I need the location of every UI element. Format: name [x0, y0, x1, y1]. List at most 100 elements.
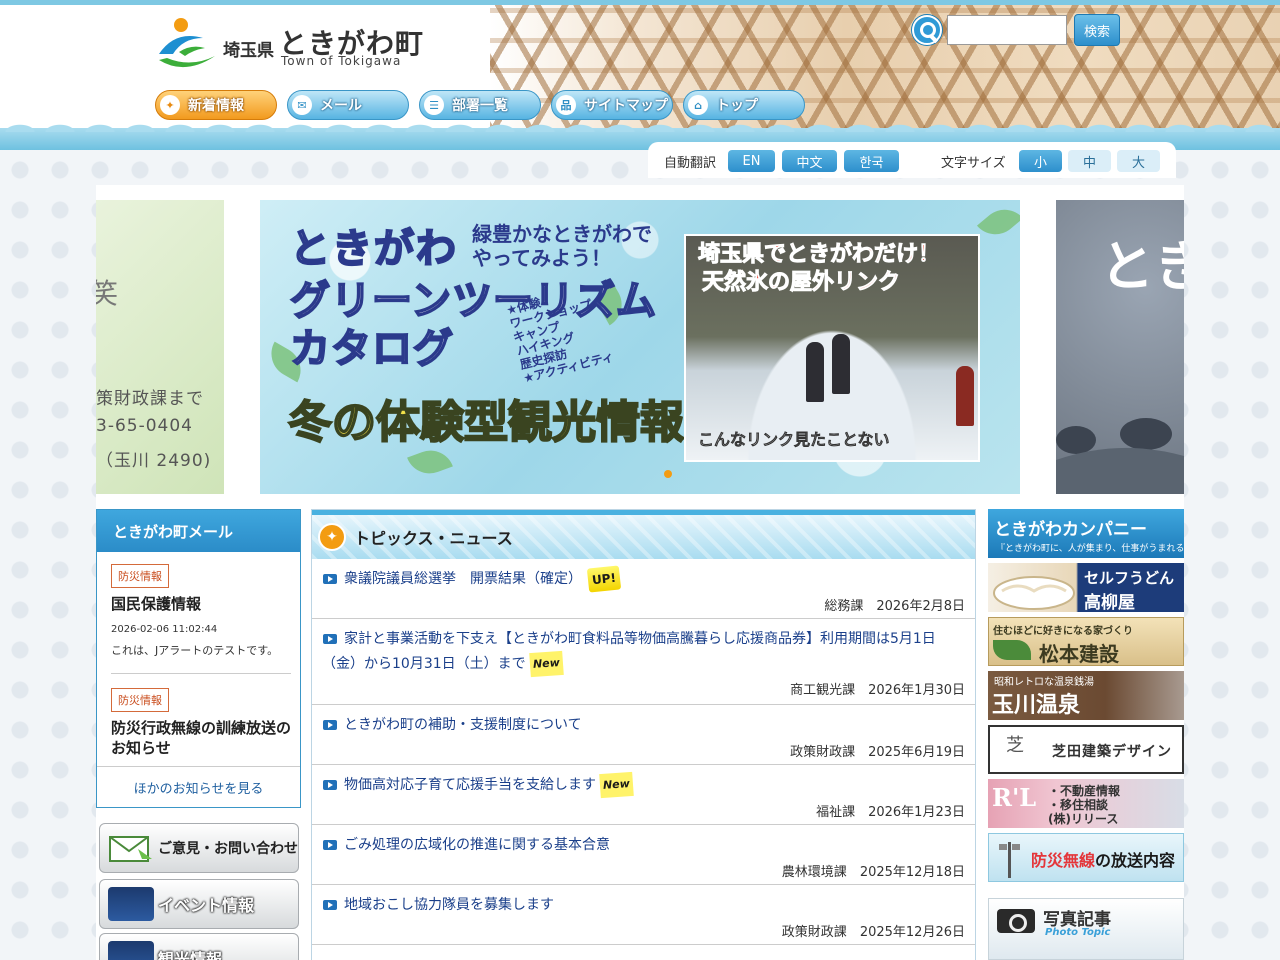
mail-item[interactable]: 防災情報 防災行政無線の訓練放送のお知らせ	[111, 688, 291, 764]
envelope-icon	[109, 836, 152, 862]
banner-matsumoto-kensetsu[interactable]: 住むほどに好きになる家づくり 松本建設	[988, 617, 1184, 666]
disaster-badge: 防災情報	[111, 688, 169, 712]
search-button[interactable]: 検索	[1074, 14, 1120, 46]
search-icon[interactable]	[912, 15, 942, 45]
skater-figure	[832, 334, 850, 394]
banner-tamagawa-onsen[interactable]: 昭和レトロな温泉銭湯 玉川温泉	[988, 671, 1184, 720]
news-date: 2025年12月18日	[859, 865, 965, 880]
carousel-next-slide[interactable]: とき	[1056, 200, 1184, 494]
banner-udon[interactable]: セルフうどん 高柳屋	[988, 563, 1184, 612]
banner-bousai-musen[interactable]: 防災無線の放送内容	[988, 833, 1184, 882]
site-header: 埼玉県 ときがわ町 Town of Tokigawa 検索 ✦ 新着情報 ✉ メ…	[0, 0, 1280, 150]
release-banner-line-3: (株)リリース	[1048, 812, 1119, 826]
tourism-info-button[interactable]: 観光情報	[99, 933, 299, 960]
nav-news-label: 新着情報	[188, 98, 244, 114]
news-link[interactable]: ごみ処理の広域化の推進に関する基本合意	[344, 833, 610, 857]
new-badge: New	[599, 771, 634, 799]
carousel-indicator-dot[interactable]	[664, 470, 672, 478]
sitemap-icon: 品	[556, 95, 576, 115]
new-badge: New	[528, 650, 564, 678]
nav-top[interactable]: ⌂ トップ	[683, 90, 805, 120]
up-badge: UP!	[586, 565, 622, 593]
town-mail-panel: ときがわ町メール 防災情報 国民保護情報 2026-02-06 11:02:44…	[96, 509, 301, 808]
banner-photo-topic[interactable]: 写真記事 Photo Topic	[988, 898, 1184, 960]
prev-slide-line-2: 3-65-0404	[96, 416, 193, 436]
news-title: 物価高対応子育て応援手当を支給します	[344, 777, 596, 793]
carousel-prev-slide[interactable]: 笑 策財政課まで 3-65-0404 （玉川 2490)	[96, 200, 224, 494]
release-logo-icon: R'L	[992, 783, 1037, 812]
nav-mail[interactable]: ✉ メール	[287, 90, 409, 120]
fontsize-large-button[interactable]: 大	[1117, 150, 1160, 172]
mail-item[interactable]: 防災情報 国民保護情報 2026-02-06 11:02:44 これは、Jアラー…	[111, 564, 291, 674]
matsumoto-banner-tagline: 住むほどに好きになる家づくり	[993, 626, 1133, 637]
site-logo[interactable]: 埼玉県 ときがわ町 Town of Tokigawa	[155, 16, 435, 76]
shibata-banner-name: 芝田建築デザイン	[1052, 744, 1172, 760]
lang-ko-button[interactable]: 한국	[844, 150, 899, 172]
arrow-bullet-icon	[323, 574, 337, 584]
news-item: 衆議院議員総選挙 開票結果（確定） UP! 総務課 2026年2月8日	[312, 559, 975, 619]
news-link-continued[interactable]: （金）から10月31日（土）まで New	[322, 650, 564, 678]
photo-headline-2: 天然氷の屋外リンク	[701, 270, 901, 296]
skater-figure	[956, 366, 974, 426]
news-dept: 福祉課	[816, 805, 856, 820]
news-meta: 政策財政課 2025年6月19日	[790, 741, 965, 760]
mail-item-body: これは、Jアラートのテストです。	[111, 644, 279, 657]
news-link[interactable]: 地域おこし協力隊員を募集します	[344, 893, 554, 917]
news-title-line-2: （金）から10月31日（土）まで	[322, 656, 526, 672]
news-link[interactable]: 物価高対応子育て応援手当を支給します New	[344, 771, 634, 799]
nav-news[interactable]: ✦ 新着情報	[155, 90, 277, 120]
news-dept: 政策財政課	[790, 745, 856, 760]
company-banner-subtitle: 『ときがわ町に、人が集まり、仕事がうまれる』	[996, 544, 1184, 554]
banner-release[interactable]: R'L ・不動産情報 ・移住相談 (株)リリース	[988, 779, 1184, 828]
news-date: 2025年6月19日	[868, 745, 965, 760]
bousai-banner-text: 防災無線の放送内容	[1031, 847, 1175, 871]
tourism-info-button-label: 観光情報	[158, 950, 223, 960]
arrow-bullet-icon	[323, 634, 337, 644]
carousel-main-slide[interactable]: ときがわ グリーンツーリズム カタログ 緑豊かなときがわで やってみよう！ ★体…	[260, 200, 1020, 494]
star-icon: ✦	[160, 95, 180, 115]
topics-news-panel: ✦ トピックス・ニュース 衆議院議員総選挙 開票結果（確定） UP! 総務課 20…	[311, 509, 976, 960]
news-date: 2026年1月23日	[868, 805, 965, 820]
udon-banner-line-1: セルフうどん	[1084, 569, 1175, 587]
next-slide-text: とき	[1100, 235, 1184, 298]
town-mail-list[interactable]: 防災情報 国民保護情報 2026-02-06 11:02:44 これは、Jアラー…	[111, 564, 291, 764]
news-item: 物価高対応子育て応援手当を支給します New 福祉課 2026年1月23日	[312, 765, 975, 825]
news-dept: 商工観光課	[790, 683, 856, 698]
banner-tokigawa-company[interactable]: ときがわカンパニー 『ときがわ町に、人が集まり、仕事がうまれる』	[988, 509, 1184, 558]
contact-button[interactable]: ご意見・お問い合わせ	[99, 823, 299, 873]
mail-item-title: 国民保護情報	[111, 595, 202, 613]
lang-en-button[interactable]: EN	[728, 150, 775, 172]
utility-bar: 自動翻訳 EN 中文 한국 文字サイズ 小 中 大	[648, 142, 1176, 178]
arrow-bullet-icon	[323, 900, 337, 910]
tamagawa-banner-tagline: 昭和レトロな温泉銭湯	[994, 677, 1094, 688]
banner-shibata-kenchiku[interactable]: 芝 芝田建築デザイン	[988, 725, 1184, 774]
bousai-banner-red: 防災無線	[1031, 851, 1096, 870]
fontsize-small-button[interactable]: 小	[1019, 150, 1062, 172]
lang-zh-button[interactable]: 中文	[782, 150, 837, 172]
leaf-icon	[993, 640, 1031, 660]
nav-mail-label: メール	[320, 98, 362, 114]
news-meta: 総務課 2026年2月8日	[824, 595, 965, 614]
photo-topic-subtitle: Photo Topic	[1045, 927, 1111, 938]
skater-figure	[806, 342, 824, 402]
fontsize-medium-button[interactable]: 中	[1068, 150, 1111, 172]
search-input[interactable]	[947, 15, 1067, 45]
slide-winter-heading: 冬の体験型観光情報	[287, 396, 685, 449]
arrow-bullet-icon	[323, 720, 337, 730]
disaster-badge: 防災情報	[111, 564, 169, 588]
leaf-decoration	[976, 200, 1020, 245]
sparkle-icon: ✦	[318, 523, 346, 551]
news-item: ごみ処理の広域化の推進に関する基本合意 農林環境課 2025年12月18日	[312, 825, 975, 885]
news-link[interactable]: ときがわ町の補助・支援制度について	[344, 713, 582, 737]
nav-departments[interactable]: ☰ 部署一覧	[419, 90, 541, 120]
event-info-button[interactable]: イベント情報	[99, 879, 299, 929]
news-date: 2026年2月8日	[876, 599, 965, 614]
news-link[interactable]: 家計と事業活動を下支え【ときがわ町食料品等物価高騰暮らし応援商品券】利用期間は5…	[344, 627, 964, 651]
nav-sitemap[interactable]: 品 サイトマップ	[551, 90, 673, 120]
fontsize-label: 文字サイズ	[941, 156, 1006, 171]
mail-more-link[interactable]: ほかのお知らせを見る	[97, 766, 300, 807]
news-link[interactable]: 衆議院議員総選挙 開票結果（確定） UP!	[344, 565, 622, 593]
camera-icon	[997, 909, 1035, 933]
nav-sitemap-label: サイトマップ	[584, 98, 668, 114]
matsumoto-banner-name: 松本建設	[1039, 642, 1119, 666]
